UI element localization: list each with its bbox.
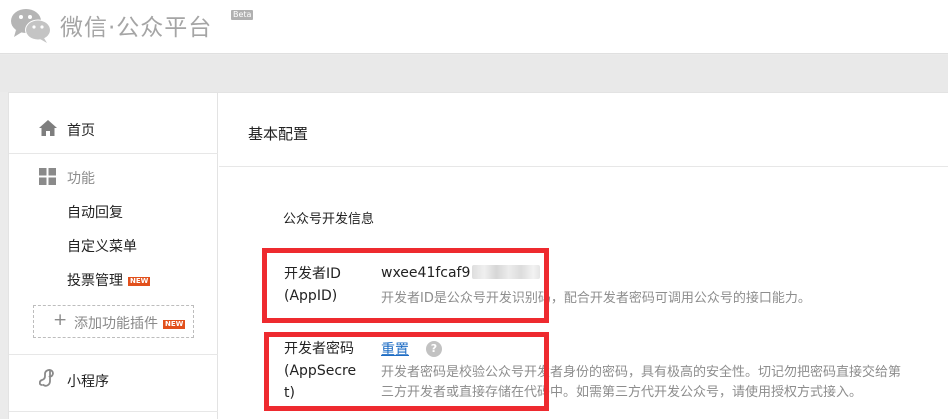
mini-program-icon <box>39 369 54 387</box>
beta-badge: Beta <box>231 10 254 20</box>
sidebar-divider <box>9 153 218 154</box>
new-badge: NEW <box>163 320 186 329</box>
question-icon[interactable]: ? <box>426 341 442 357</box>
plus-icon: + <box>53 310 68 330</box>
title-divider <box>219 166 948 167</box>
wechat-logo-icon[interactable] <box>10 6 52 44</box>
masked-text <box>472 265 541 279</box>
add-plugin-label: 添加功能插件 NEW <box>74 316 186 332</box>
sidebar-item-vote-manage[interactable]: 投票管理 NEW <box>67 270 151 290</box>
main-content: 基本配置 公众号开发信息 开发者ID (AppID) wxee41fcaf9 开… <box>219 93 948 419</box>
sidebar-divider <box>9 411 218 412</box>
header-spacer <box>0 55 948 92</box>
sidebar-section-function: 功能 <box>9 161 218 191</box>
sidebar-item-custom-menu[interactable]: 自定义菜单 <box>67 236 137 256</box>
add-plugin-button[interactable]: + 添加功能插件 NEW <box>33 305 194 338</box>
reset-secret-link[interactable]: 重置 <box>381 339 409 359</box>
sidebar-item-label: 投票管理 <box>67 273 123 289</box>
appid-description: 开发者ID是公众号开发识别码，配合开发者密码可调用公众号的接口能力。 <box>381 291 811 306</box>
platform-title: 微信·公众平台 <box>60 15 213 41</box>
sidebar: 首页 功能 自动回复 自定义菜单 投票管理 NEW + 添加功能插件 NEW 小… <box>9 93 218 419</box>
sidebar-section-label: 功能 <box>67 171 95 187</box>
appsecret-label: 开发者密码 (AppSecre t) <box>284 341 357 401</box>
sidebar-item-mini-program[interactable]: 小程序 <box>9 365 218 395</box>
sidebar-item-label: 小程序 <box>67 374 109 390</box>
appid-label: 开发者ID (AppID) <box>284 266 341 304</box>
page-title: 基本配置 <box>248 125 309 143</box>
new-badge: NEW <box>128 277 151 286</box>
grid-icon <box>39 168 56 185</box>
top-bar: 微信·公众平台 Beta <box>0 0 948 54</box>
section-title: 公众号开发信息 <box>283 212 375 227</box>
sidebar-item-auto-reply[interactable]: 自动回复 <box>67 202 123 222</box>
appid-value: wxee41fcaf9 <box>381 265 541 281</box>
home-icon <box>39 120 57 136</box>
sidebar-item-label: 首页 <box>67 123 95 139</box>
content-panel: 首页 功能 自动回复 自定义菜单 投票管理 NEW + 添加功能插件 NEW 小… <box>8 92 948 419</box>
sidebar-item-home[interactable]: 首页 <box>9 111 218 147</box>
appsecret-description: 开发者密码是校验公众号开发者身份的密码，具有极高的安全性。切记勿把密码直接交给第… <box>381 365 902 400</box>
sidebar-divider <box>9 354 218 355</box>
